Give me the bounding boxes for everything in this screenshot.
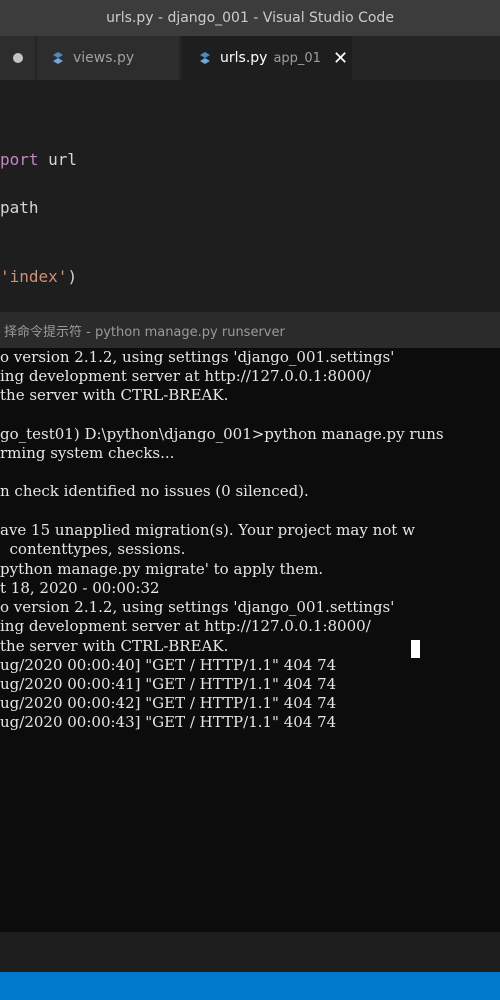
code-token: url [38, 150, 78, 169]
tab-label: urls.py [220, 50, 268, 66]
console-line: contenttypes, sessions. [0, 540, 186, 558]
console-line: ug/2020 00:00:41] "GET / HTTP/1.1" 404 7… [0, 675, 337, 693]
window-title: urls.py - django_001 - Visual Studio Cod… [106, 10, 394, 26]
code-token: ) [67, 267, 78, 286]
console-line: rming system checks... [0, 444, 175, 462]
keyword-token: port [0, 150, 39, 169]
command-prompt-title-bar: 择命令提示符 - python manage.py runserver [0, 312, 500, 348]
editor-tab-bar: views.py urls.py app_01 ✕ [0, 36, 500, 80]
command-prompt-window[interactable]: 择命令提示符 - python manage.py runserver o ve… [0, 312, 500, 932]
tab-description: app_01 [273, 50, 321, 66]
console-line: o version 2.1.2, using settings 'django_… [0, 598, 395, 616]
console-line: ing development server at http://127.0.0… [0, 367, 371, 385]
lower-panel [0, 932, 500, 972]
close-icon[interactable]: ✕ [333, 48, 348, 69]
console-line: ug/2020 00:00:43] "GET / HTTP/1.1" 404 7… [0, 713, 337, 731]
console-line: go_test01) D:\python\django_001>python m… [0, 425, 444, 443]
unsaved-dot-icon [12, 53, 23, 63]
console-line: ing development server at http://127.0.0… [0, 617, 371, 635]
console-line: ave 15 unapplied migration(s). Your proj… [0, 521, 415, 539]
console-line: n check identified no issues (0 silenced… [0, 482, 309, 500]
status-bar[interactable] [0, 972, 500, 1000]
command-prompt-title: 择命令提示符 - python manage.py runserver [4, 324, 285, 340]
text-cursor [411, 640, 420, 658]
code-line: 'index') [0, 267, 77, 286]
code-editor[interactable]: port url path 'index') [0, 80, 500, 312]
console-line: the server with CTRL-BREAK. [0, 637, 229, 655]
console-line: ug/2020 00:00:42] "GET / HTTP/1.1" 404 7… [0, 694, 337, 712]
console-line: ug/2020 00:00:40] "GET / HTTP/1.1" 404 7… [0, 656, 337, 674]
python-file-icon [200, 52, 210, 64]
tab-urls-py[interactable]: urls.py app_01 ✕ [182, 36, 352, 80]
title-bar: urls.py - django_001 - Visual Studio Cod… [0, 0, 500, 36]
code-line: path [0, 198, 39, 217]
tab-views-py[interactable]: views.py [37, 36, 180, 80]
console-line: t 18, 2020 - 00:00:32 [0, 579, 160, 597]
python-file-icon [53, 52, 63, 64]
code-line: port url [0, 150, 77, 169]
vscode-window: urls.py - django_001 - Visual Studio Cod… [0, 0, 500, 1000]
console-line: python manage.py migrate' to apply them. [0, 560, 324, 578]
string-token: 'index' [0, 267, 68, 286]
console-line: o version 2.1.2, using settings 'django_… [0, 348, 395, 366]
console-line: the server with CTRL-BREAK. [0, 386, 229, 404]
console-output[interactable]: o version 2.1.2, using settings 'django_… [0, 348, 500, 932]
tab-modified[interactable] [0, 36, 36, 80]
tab-label: views.py [73, 50, 135, 66]
code-token: path [0, 198, 39, 217]
